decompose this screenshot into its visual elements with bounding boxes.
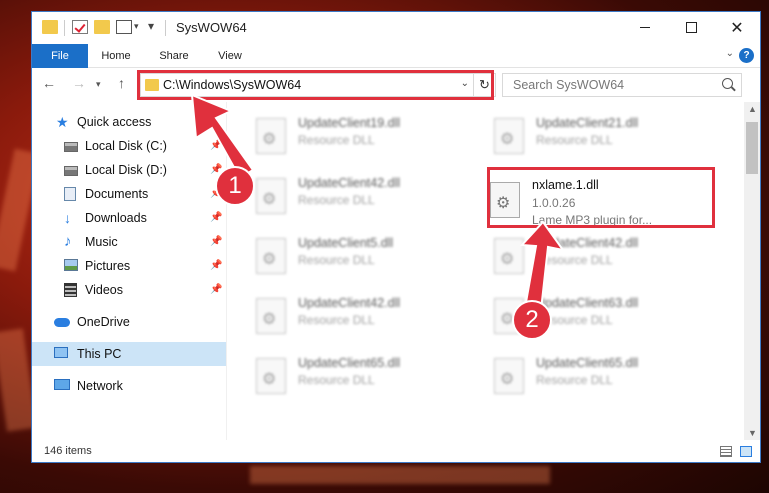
arrow-1-icon (190, 93, 255, 180)
callout-2: 2 (512, 300, 552, 340)
annotation-arrows (190, 93, 566, 312)
arrow-2-icon (519, 220, 566, 312)
callout-1: 1 (215, 166, 255, 206)
